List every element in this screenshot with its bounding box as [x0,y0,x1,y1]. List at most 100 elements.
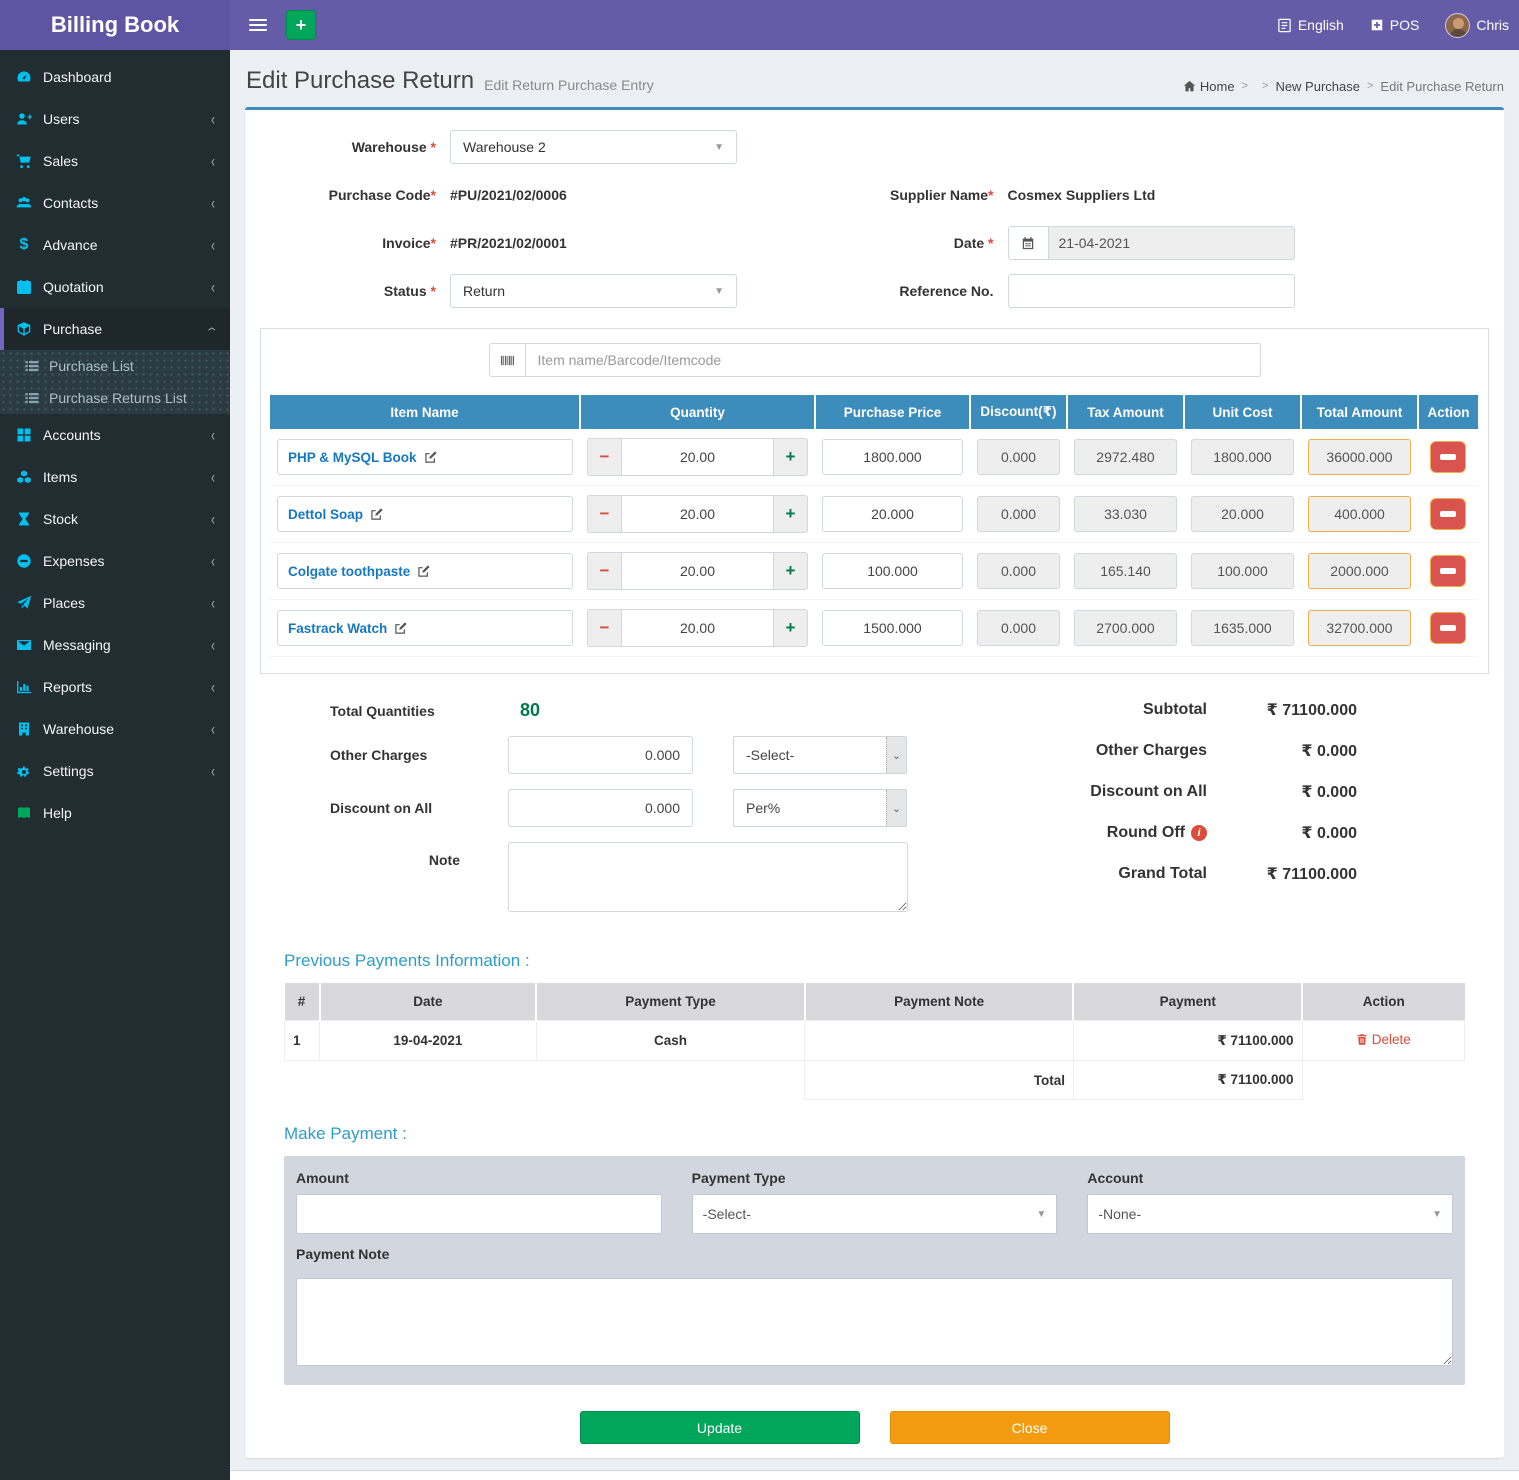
total-amount-input[interactable] [1308,553,1411,589]
purchase-price-input[interactable] [822,610,963,646]
sidebar-item-settings[interactable]: Settings ‹ [0,750,230,792]
quantity-input[interactable] [621,552,774,590]
quick-add-button[interactable]: + [286,10,316,40]
round-off-label: Round Offi [1107,824,1207,842]
date-input[interactable] [1048,226,1295,260]
app-logo[interactable]: Billing Book [0,0,230,50]
chevron-left-icon: ‹ [211,151,215,171]
quantity-stepper: − + [587,438,808,476]
sidebar-item-messaging[interactable]: Messaging ‹ [0,624,230,666]
quantity-input[interactable] [621,495,774,533]
chevron-left-icon: ‹ [211,193,215,213]
sidebar-item-places[interactable]: Places ‹ [0,582,230,624]
qty-decrease-button[interactable]: − [587,495,621,533]
remove-item-button[interactable] [1430,498,1466,530]
item-row: Colgate toothpaste − + [270,543,1478,600]
sidebar-item-purchase[interactable]: Purchase ‹ [0,308,230,350]
sidebar-item-label: Places [43,595,85,611]
item-name-link[interactable]: Fastrack Watch [288,621,387,636]
sidebar-subitem-purchase-list[interactable]: Purchase List [0,350,230,382]
other-charges-input[interactable] [508,736,693,774]
envelope-icon [15,637,33,653]
qty-increase-button[interactable]: + [774,438,808,476]
qty-decrease-button[interactable]: − [587,438,621,476]
item-name-link[interactable]: Colgate toothpaste [288,564,410,579]
edit-icon[interactable] [424,450,438,464]
edit-icon[interactable] [417,564,431,578]
total-amount-input[interactable] [1308,439,1411,475]
pos-menu[interactable]: POS [1370,17,1420,33]
chevron-left-icon: ‹ [211,277,215,297]
user-menu[interactable]: Chris [1445,13,1509,38]
remove-item-button[interactable] [1430,441,1466,473]
info-icon[interactable]: i [1191,825,1207,841]
account-select[interactable]: -None-▼ [1087,1194,1453,1234]
payment-note-textarea[interactable] [296,1278,1453,1366]
quantity-input[interactable] [621,438,774,476]
edit-icon[interactable] [394,621,408,635]
warehouse-select[interactable]: Warehouse 2▼ [450,130,737,164]
sidebar-item-quotation[interactable]: Quotation ‹ [0,266,230,308]
discount-on-all-input[interactable] [508,789,693,827]
sidebar-subitem-purchase-returns-list[interactable]: Purchase Returns List [0,382,230,414]
total-amount-input[interactable] [1308,496,1411,532]
qty-decrease-button[interactable]: − [587,609,621,647]
sidebar-item-accounts[interactable]: Accounts ‹ [0,414,230,456]
delete-payment-link[interactable]: Delete [1356,1032,1411,1047]
qty-increase-button[interactable]: + [774,552,808,590]
sidebar-item-stock[interactable]: Stock ‹ [0,498,230,540]
qty-increase-button[interactable]: + [774,609,808,647]
reference-no-input[interactable] [1021,275,1282,307]
language-menu[interactable]: English [1277,17,1344,33]
sidebar-item-items[interactable]: Items ‹ [0,456,230,498]
sidebar-item-help[interactable]: Help [0,792,230,834]
edit-icon[interactable] [370,507,384,521]
sidebar-item-advance[interactable]: $ Advance ‹ [0,224,230,266]
tax-amount-input [1074,439,1177,475]
item-name-link[interactable]: Dettol Soap [288,507,363,522]
sidebar-item-expenses[interactable]: Expenses ‹ [0,540,230,582]
chevron-left-icon: ‹ [211,761,215,781]
discount-on-all-select[interactable]: Per%⌄ [733,789,907,827]
sidebar-item-label: Accounts [43,427,101,443]
items-table: Item Name Quantity Purchase Price Discou… [270,395,1478,657]
total-amount-input[interactable] [1308,610,1411,646]
purchase-price-input[interactable] [822,439,963,475]
quantity-input[interactable] [621,609,774,647]
purchase-price-input[interactable] [822,553,963,589]
qty-decrease-button[interactable]: − [587,552,621,590]
other-charges-select[interactable]: -Select-⌄ [733,736,907,774]
qty-increase-button[interactable]: + [774,495,808,533]
sidebar-item-reports[interactable]: Reports ‹ [0,666,230,708]
purchase-price-input[interactable] [822,496,963,532]
list-icon [24,390,40,406]
sidebar-item-contacts[interactable]: Contacts ‹ [0,182,230,224]
calendar-plus-icon [15,279,33,295]
update-button[interactable]: Update [580,1411,860,1444]
item-search-input[interactable] [525,343,1261,377]
sidebar-item-sales[interactable]: Sales ‹ [0,140,230,182]
sidebar-item-label: Dashboard [43,69,112,85]
remove-item-button[interactable] [1430,612,1466,644]
item-search-group [489,343,1261,377]
breadcrumb-new-purchase-link[interactable]: New Purchase [1275,79,1360,94]
item-name-cell: Dettol Soap [277,496,573,532]
amount-input[interactable] [296,1194,662,1234]
topbar-right: English POS Chris [1277,13,1509,38]
col-tax-amount: Tax Amount [1067,395,1184,429]
sidebar-item-users[interactable]: Users ‹ [0,98,230,140]
payment-type-select[interactable]: -Select-▼ [692,1194,1058,1234]
note-textarea[interactable] [508,842,908,912]
remove-item-button[interactable] [1430,555,1466,587]
sidebar-item-dashboard[interactable]: Dashboard [0,56,230,98]
payment-row-amount: ₹ 71100.000 [1073,1021,1302,1061]
close-button[interactable]: Close [890,1411,1170,1444]
hourglass-icon [15,511,33,527]
breadcrumb-home-link[interactable]: Home [1183,79,1235,94]
item-name-link[interactable]: PHP & MySQL Book [288,450,417,465]
status-select[interactable]: Return▼ [450,274,737,308]
sidebar-toggle-button[interactable] [240,0,276,50]
sidebar-item-warehouse[interactable]: Warehouse ‹ [0,708,230,750]
unit-cost-input [1191,553,1294,589]
chevron-down-icon: ⌄ [886,737,906,773]
